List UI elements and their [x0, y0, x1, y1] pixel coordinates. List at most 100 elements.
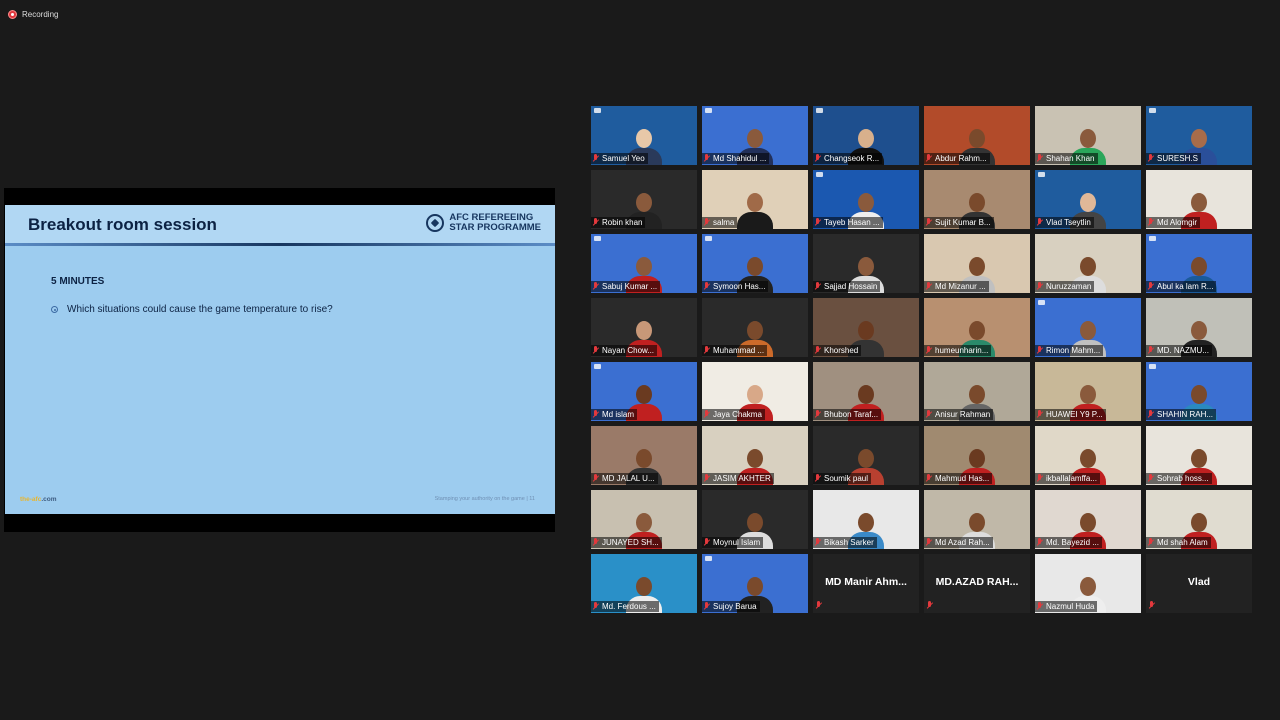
participant-tile[interactable]: Rimon Mahm... — [1035, 298, 1141, 357]
slide-footer-page: Stamping your authority on the game | 11 — [434, 496, 535, 502]
participant-label: Bhubon Taraf... — [813, 409, 882, 420]
participant-tile[interactable]: Md. Ferdous ... — [591, 554, 697, 613]
participant-tile[interactable]: Soumik paul — [813, 426, 919, 485]
participant-tile[interactable]: Md Alomgir — [1146, 170, 1252, 229]
participant-tile[interactable]: Vlad — [1146, 554, 1252, 613]
muted-mic-icon — [815, 410, 821, 419]
muted-mic-icon — [1148, 218, 1154, 227]
slide-divider — [5, 243, 555, 246]
participant-label: SHAHIN RAH... — [1146, 409, 1217, 420]
participant-tile[interactable]: Khorshed — [813, 298, 919, 357]
participant-label: Md Shahidul ... — [702, 153, 770, 164]
slide-title: Breakout room session — [28, 215, 217, 234]
participant-tile[interactable]: Jaya Chakma — [702, 362, 808, 421]
participant-tile[interactable]: Muhammad ... — [702, 298, 808, 357]
participant-tile[interactable]: Symoon Has... — [702, 234, 808, 293]
participant-tile[interactable]: ikballalamffa... — [1035, 426, 1141, 485]
participant-tile[interactable]: Nayan Chow... — [591, 298, 697, 357]
participant-name: Nazmul Huda — [1046, 602, 1095, 611]
muted-mic-icon — [1148, 346, 1154, 355]
participant-name: Anisur Rahman — [935, 410, 991, 419]
participant-label: Samuel Yeo — [591, 153, 648, 164]
muted-mic-icon — [926, 346, 932, 355]
participant-label: ikballalamffa... — [1035, 473, 1100, 484]
muted-mic-icon — [704, 154, 710, 163]
participant-tile[interactable]: HUAWEI Y9 P... — [1035, 362, 1141, 421]
participant-tile[interactable]: Md. Bayezid ... — [1035, 490, 1141, 549]
participant-tile[interactable]: Moynul Islam — [702, 490, 808, 549]
participant-tile[interactable]: Nazmul Huda — [1035, 554, 1141, 613]
participant-name: Mahmud Has... — [935, 474, 990, 483]
muted-mic-icon — [816, 601, 822, 610]
participant-name: Md Mizanur ... — [935, 282, 986, 291]
participant-tile[interactable]: Nuruzzaman — [1035, 234, 1141, 293]
background-logo-icon — [705, 556, 712, 561]
participant-tile[interactable]: Md Mizanur ... — [924, 234, 1030, 293]
participant-tile[interactable]: Md shah Alam — [1146, 490, 1252, 549]
participant-label: Soumik paul — [813, 473, 872, 484]
participant-tile[interactable]: SHAHIN RAH... — [1146, 362, 1252, 421]
muted-mic-icon — [593, 538, 599, 547]
participant-tile[interactable]: Md Shahidul ... — [702, 106, 808, 165]
participant-tile[interactable]: JASIM AKHTER — [702, 426, 808, 485]
muted-mic-icon — [926, 474, 932, 483]
muted-mic-icon — [1037, 474, 1043, 483]
muted-mic-icon — [1148, 410, 1154, 419]
participant-tile[interactable]: Sabuj Kumar ... — [591, 234, 697, 293]
background-logo-icon — [594, 364, 601, 369]
participant-name: Vlad Tseytlin — [1046, 218, 1091, 227]
muted-mic-icon — [704, 474, 710, 483]
participant-tile[interactable]: humeunharin... — [924, 298, 1030, 357]
muted-mic-icon — [704, 538, 710, 547]
recording-indicator: Recording — [8, 7, 58, 21]
participant-tile[interactable]: MD JALAL U... — [591, 426, 697, 485]
background-logo-icon — [1038, 300, 1045, 305]
participant-tile[interactable]: Robin khan — [591, 170, 697, 229]
muted-mic-icon — [704, 346, 710, 355]
participant-tile[interactable]: Changseok R... — [813, 106, 919, 165]
participant-tile[interactable]: MD Manir Ahm... — [813, 554, 919, 613]
participant-name: Sajjad Hossain — [824, 282, 878, 291]
participant-label: Robin khan — [591, 217, 646, 228]
participant-tile[interactable]: Md Azad Rah... — [924, 490, 1030, 549]
participant-tile[interactable]: Sujit Kumar B... — [924, 170, 1030, 229]
participant-tile[interactable]: JUNAYED SH... — [591, 490, 697, 549]
participant-tile[interactable]: Samuel Yeo — [591, 106, 697, 165]
participant-label: Tayeb Hasan ... — [813, 217, 883, 228]
participant-tile[interactable]: MD. NAZMU... — [1146, 298, 1252, 357]
participant-tile[interactable]: Md islam — [591, 362, 697, 421]
participant-label: Sajjad Hossain — [813, 281, 881, 292]
participant-tile[interactable]: Vlad Tseytlin — [1035, 170, 1141, 229]
participant-tile[interactable]: Abdur Rahm... — [924, 106, 1030, 165]
muted-mic-icon — [1037, 282, 1043, 291]
participant-tile[interactable]: Sohrab hoss... — [1146, 426, 1252, 485]
participant-tile[interactable]: Mahmud Has... — [924, 426, 1030, 485]
participant-name: Nayan Chow... — [602, 346, 655, 355]
participant-label: Nayan Chow... — [591, 345, 658, 356]
participant-name: JASIM AKHTER — [713, 474, 771, 483]
participant-tile[interactable]: Tayeb Hasan ... — [813, 170, 919, 229]
muted-mic-icon — [1148, 154, 1154, 163]
recording-label: Recording — [22, 9, 59, 19]
participant-name: Nuruzzaman — [1046, 282, 1092, 291]
participant-tile[interactable]: SURESH.S — [1146, 106, 1252, 165]
muted-mic-icon — [704, 602, 710, 611]
participant-name: Abul ka lam R... — [1157, 282, 1214, 291]
background-logo-icon — [705, 108, 712, 113]
participant-name: Changseok R... — [824, 154, 880, 163]
participant-tile[interactable]: Sajjad Hossain — [813, 234, 919, 293]
participant-tile[interactable]: MD.AZAD RAH... — [924, 554, 1030, 613]
participant-tile[interactable]: Bhubon Taraf... — [813, 362, 919, 421]
participant-tile[interactable]: Abul ka lam R... — [1146, 234, 1252, 293]
participant-tile[interactable]: Bikash Sarker — [813, 490, 919, 549]
participant-label: MD JALAL U... — [591, 473, 658, 484]
participant-tile[interactable]: salma — [702, 170, 808, 229]
participant-label: JUNAYED SH... — [591, 537, 662, 548]
muted-mic-icon — [1037, 346, 1043, 355]
muted-mic-icon — [1037, 410, 1043, 419]
participant-tile[interactable]: Sujoy Barua — [702, 554, 808, 613]
participant-tile[interactable]: Anisur Rahman — [924, 362, 1030, 421]
muted-mic-icon — [815, 154, 821, 163]
participant-tile[interactable]: Shahan Khan — [1035, 106, 1141, 165]
background-logo-icon — [594, 108, 601, 113]
